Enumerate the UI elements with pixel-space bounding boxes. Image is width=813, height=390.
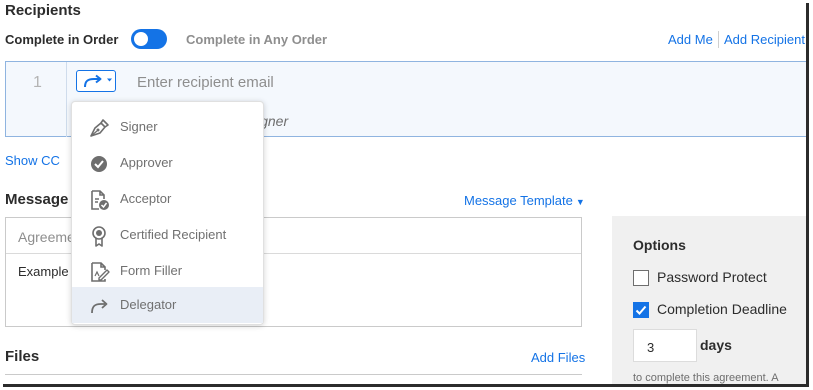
form-filler-icon xyxy=(91,262,110,282)
recipient-row-number: 1 xyxy=(33,74,42,91)
deadline-days-input[interactable]: 3 xyxy=(633,329,697,362)
complete-any-order-label[interactable]: Complete in Any Order xyxy=(186,32,327,47)
page-frame: Recipients Complete in Order Complete in… xyxy=(0,0,806,384)
role-option-label: Acceptor xyxy=(120,191,172,206)
agreement-name-input[interactable]: Agreeme xyxy=(18,229,75,245)
approver-check-icon xyxy=(91,156,107,172)
message-title: Message xyxy=(5,191,69,208)
add-files-link[interactable]: Add Files xyxy=(531,350,585,365)
add-recipient-link[interactable]: Add Recipient xyxy=(724,32,805,47)
days-label: days xyxy=(700,337,732,353)
role-option-delegator[interactable]: Delegator xyxy=(72,287,263,323)
role-option-label: Form Filler xyxy=(120,263,183,278)
completion-deadline-checkbox[interactable] xyxy=(633,302,649,318)
link-separator xyxy=(718,31,719,48)
deadline-description: to complete this agreement. A xyxy=(633,372,779,384)
role-option-label: Signer xyxy=(120,119,158,134)
signer-pen-icon xyxy=(90,119,109,137)
show-cc-link[interactable]: Show CC xyxy=(5,153,60,168)
role-option-certified-recipient[interactable]: Certified Recipient xyxy=(72,217,263,253)
acceptor-doc-icon xyxy=(91,190,109,210)
role-option-signer[interactable]: Signer xyxy=(72,109,263,145)
completion-deadline-label[interactable]: Completion Deadline xyxy=(657,301,787,317)
role-selector-button[interactable] xyxy=(76,70,116,92)
recipient-email-input[interactable]: Enter recipient email xyxy=(137,74,274,91)
role-option-label: Certified Recipient xyxy=(120,227,227,242)
message-template-dropdown[interactable]: Message Template ▼ xyxy=(464,193,585,208)
role-dropdown-menu: Signer Approver Acceptor Certified Recip… xyxy=(71,101,264,325)
toggle-knob xyxy=(134,32,148,46)
add-me-link[interactable]: Add Me xyxy=(668,32,713,47)
role-option-label: Approver xyxy=(120,155,173,170)
checkmark-icon xyxy=(635,305,647,315)
delegator-arrow-icon xyxy=(91,299,108,314)
role-option-form-filler[interactable]: Form Filler xyxy=(72,253,263,289)
password-protect-label[interactable]: Password Protect xyxy=(657,269,767,285)
row-divider xyxy=(66,62,67,137)
files-divider xyxy=(5,374,582,375)
files-title: Files xyxy=(5,348,40,365)
message-body-input[interactable]: Example xyxy=(18,264,69,279)
message-template-label: Message Template xyxy=(464,193,573,208)
options-title: Options xyxy=(633,237,686,253)
caret-down-icon: ▼ xyxy=(575,197,585,207)
complete-in-order-label: Complete in Order xyxy=(5,32,119,47)
certified-ribbon-icon xyxy=(92,226,106,247)
role-option-label: Delegator xyxy=(120,297,177,312)
role-option-acceptor[interactable]: Acceptor xyxy=(72,181,263,217)
recipients-title: Recipients xyxy=(5,2,81,19)
role-option-approver[interactable]: Approver xyxy=(72,145,263,181)
delegator-arrow-icon xyxy=(84,74,112,88)
password-protect-checkbox[interactable] xyxy=(633,270,649,286)
order-toggle[interactable] xyxy=(131,29,167,49)
